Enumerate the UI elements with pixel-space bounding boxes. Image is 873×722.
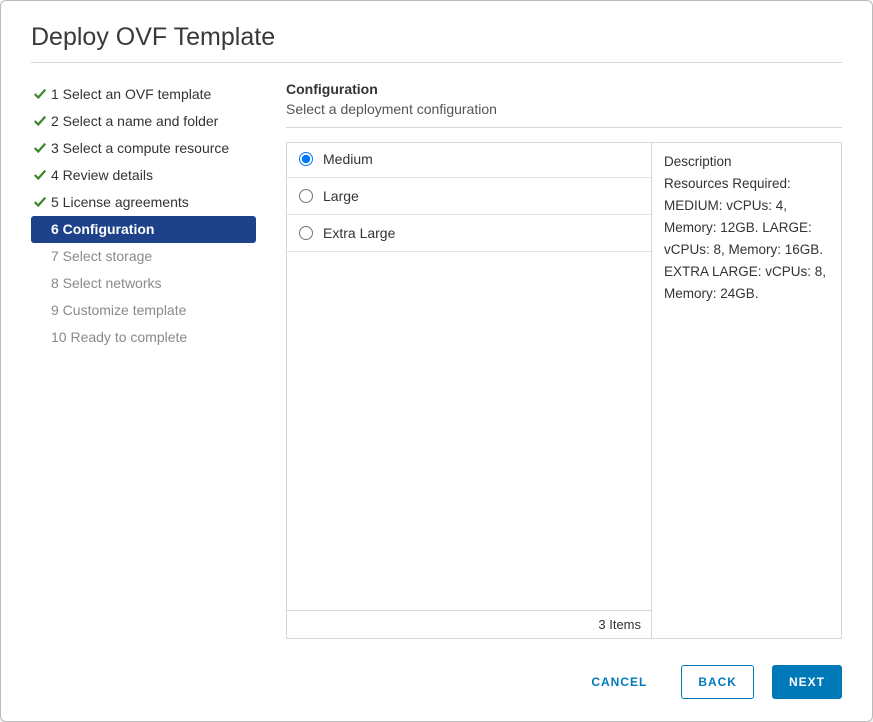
description-panel: Description Resources Required: MEDIUM: …	[652, 142, 842, 639]
config-option-label: Medium	[323, 151, 373, 167]
wizard-step-2[interactable]: 2 Select a name and folder	[31, 108, 256, 135]
next-button[interactable]: NEXT	[772, 665, 842, 699]
wizard-step-label: 7 Select storage	[51, 247, 152, 266]
wizard-step-label: 9 Customize template	[51, 301, 186, 320]
check-icon	[33, 114, 47, 128]
wizard-step-6[interactable]: 6 Configuration	[31, 216, 256, 243]
configuration-options-list: Medium Large Extra Large 3 Items	[286, 142, 652, 639]
check-icon	[33, 168, 47, 182]
cancel-button[interactable]: CANCEL	[575, 666, 663, 698]
config-option-row[interactable]: Large	[287, 178, 651, 215]
items-count-footer: 3 Items	[287, 610, 651, 638]
wizard-step-1[interactable]: 1 Select an OVF template	[31, 81, 256, 108]
config-option-row[interactable]: Medium	[287, 143, 651, 178]
check-icon	[33, 141, 47, 155]
dialog-title: Deploy OVF Template	[31, 1, 842, 63]
wizard-step-9: 9 Customize template	[31, 297, 256, 324]
config-option-radio[interactable]	[299, 226, 313, 240]
check-icon	[33, 195, 47, 209]
config-option-label: Large	[323, 188, 359, 204]
section-heading: Configuration	[286, 81, 842, 97]
wizard-step-5[interactable]: 5 License agreements	[31, 189, 256, 216]
deploy-ovf-dialog: Deploy OVF Template 1 Select an OVF temp…	[0, 0, 873, 722]
description-body: Resources Required: MEDIUM: vCPUs: 4, Me…	[664, 173, 829, 305]
config-option-label: Extra Large	[323, 225, 395, 241]
config-option-radio[interactable]	[299, 189, 313, 203]
wizard-step-10: 10 Ready to complete	[31, 324, 256, 351]
wizard-step-label: 8 Select networks	[51, 274, 162, 293]
wizard-step-4[interactable]: 4 Review details	[31, 162, 256, 189]
wizard-step-label: 5 License agreements	[51, 193, 189, 212]
check-icon	[33, 87, 47, 101]
description-title: Description	[664, 151, 829, 173]
back-button[interactable]: BACK	[681, 665, 754, 699]
wizard-step-3[interactable]: 3 Select a compute resource	[31, 135, 256, 162]
configuration-content: Medium Large Extra Large 3 Items Descripti…	[286, 142, 842, 639]
config-option-radio[interactable]	[299, 152, 313, 166]
wizard-step-label: 2 Select a name and folder	[51, 112, 218, 131]
wizard-step-label: 6 Configuration	[51, 220, 154, 239]
section-subheading: Select a deployment configuration	[286, 101, 842, 128]
wizard-step-label: 1 Select an OVF template	[51, 85, 211, 104]
config-option-row[interactable]: Extra Large	[287, 215, 651, 252]
wizard-step-label: 3 Select a compute resource	[51, 139, 229, 158]
wizard-steps: 1 Select an OVF template 2 Select a name …	[31, 81, 256, 639]
wizard-step-8: 8 Select networks	[31, 270, 256, 297]
wizard-step-label: 4 Review details	[51, 166, 153, 185]
wizard-step-label: 10 Ready to complete	[51, 328, 187, 347]
dialog-body: 1 Select an OVF template 2 Select a name …	[31, 63, 842, 639]
main-panel: Configuration Select a deployment config…	[256, 81, 842, 639]
wizard-step-7: 7 Select storage	[31, 243, 256, 270]
dialog-footer: CANCEL BACK NEXT	[31, 639, 842, 699]
